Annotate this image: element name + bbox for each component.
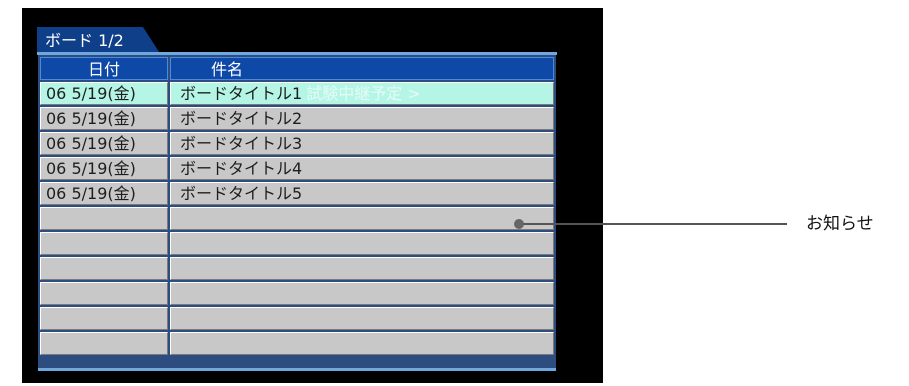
row-subject: ボードタイトル3 <box>170 132 554 155</box>
board-table: 日付 件名 06 5/19(金) ボードタイトル1 試験中継予定 > 06 5/1… <box>38 55 556 371</box>
row-date: 06 5/19(金) <box>40 132 168 155</box>
row-subject <box>170 282 554 305</box>
row-date: 06 5/19(金) <box>40 107 168 130</box>
row-date <box>40 282 168 305</box>
row-date: 06 5/19(金) <box>40 157 168 180</box>
column-header-date: 日付 <box>40 57 168 80</box>
row-subject: ボードタイトル4 <box>170 157 554 180</box>
table-row[interactable] <box>40 207 554 230</box>
row-date <box>40 207 168 230</box>
table-row[interactable] <box>40 282 554 305</box>
row-date: 06 5/19(金) <box>40 182 168 205</box>
table-row[interactable] <box>40 332 554 355</box>
callout-pointer-dot <box>514 219 524 229</box>
figure: ボード 1/2 日付 件名 06 5/19(金) ボードタイトル1 試験中継予定 … <box>0 0 909 386</box>
table-row[interactable]: 06 5/19(金) ボードタイトル3 <box>40 132 554 155</box>
table-row[interactable] <box>40 257 554 280</box>
table-row[interactable] <box>40 232 554 255</box>
table-row[interactable]: 06 5/19(金) ボードタイトル2 <box>40 107 554 130</box>
row-subject <box>170 257 554 280</box>
row-subject-text: ボードタイトル1 <box>180 84 303 103</box>
row-subject <box>170 307 554 330</box>
row-subject <box>170 332 554 355</box>
table-body: 06 5/19(金) ボードタイトル1 試験中継予定 > 06 5/19(金) ボ… <box>40 82 554 357</box>
row-subject: ボードタイトル1 試験中継予定 > <box>170 82 554 105</box>
row-subject: ボードタイトル2 <box>170 107 554 130</box>
table-row[interactable] <box>40 307 554 330</box>
callout-leader-line <box>519 223 787 225</box>
row-date: 06 5/19(金) <box>40 82 168 105</box>
board-tab[interactable]: ボード 1/2 <box>37 27 161 55</box>
table-row[interactable]: 06 5/19(金) ボードタイトル4 <box>40 157 554 180</box>
column-header-subject: 件名 <box>170 57 554 80</box>
table-row[interactable]: 06 5/19(金) ボードタイトル5 <box>40 182 554 205</box>
table-header: 日付 件名 <box>40 57 554 80</box>
row-subject: ボードタイトル5 <box>170 182 554 205</box>
row-date <box>40 332 168 355</box>
row-subject <box>170 232 554 255</box>
row-date <box>40 307 168 330</box>
row-subject <box>170 207 554 230</box>
ticker-ghost-text: 試験中継予定 > <box>306 84 421 103</box>
row-date <box>40 232 168 255</box>
callout-label: お知らせ <box>806 214 874 234</box>
row-date <box>40 257 168 280</box>
table-row[interactable]: 06 5/19(金) ボードタイトル1 試験中継予定 > <box>40 82 554 105</box>
